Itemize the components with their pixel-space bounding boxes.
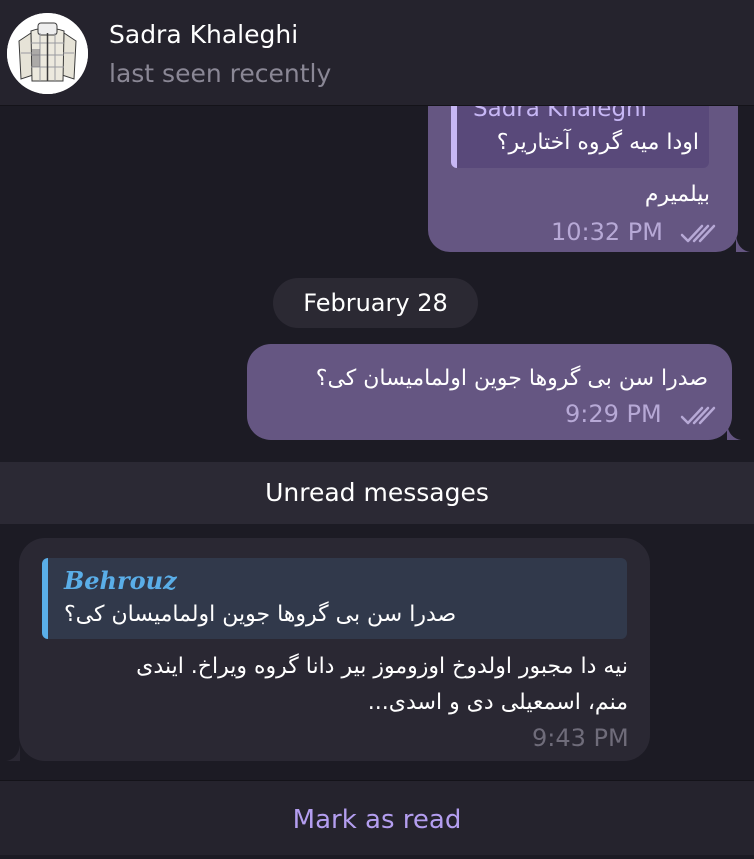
reply-text: اودا میه گروه آختاریر؟ bbox=[496, 130, 699, 155]
message-bubble-incoming[interactable]: Behrouz صدرا سن بی گروها جوین اولمامیسان… bbox=[19, 538, 650, 761]
message-time: 10:32 PM bbox=[551, 218, 663, 246]
message-text: بیلمیرم bbox=[644, 182, 710, 207]
message-text: صدرا سن بی گروها جوین اولمامیسان کی؟ bbox=[315, 366, 708, 391]
jacket-icon bbox=[7, 13, 88, 94]
chat-header: Sadra Khaleghi last seen recently bbox=[0, 0, 754, 106]
double-check-icon bbox=[680, 406, 716, 425]
bubble-tail bbox=[6, 745, 20, 761]
bubble-tail bbox=[736, 236, 750, 252]
mark-as-read-button[interactable]: Mark as read bbox=[0, 781, 754, 856]
message-time: 9:29 PM bbox=[565, 400, 662, 428]
unread-messages-divider: Unread messages bbox=[0, 462, 754, 524]
reply-quote[interactable]: Sadra Khaleghi اودا میه گروه آختاریر؟ bbox=[451, 106, 709, 168]
message-list[interactable]: Sadra Khaleghi اودا میه گروه آختاریر؟ بی… bbox=[0, 106, 754, 780]
avatar[interactable] bbox=[7, 13, 88, 94]
chat-footer: Mark as read bbox=[0, 780, 754, 855]
message-text-line-2: منم، اسمعیلی دی و اسدی... bbox=[367, 690, 628, 715]
message-bubble-outgoing[interactable]: صدرا سن بی گروها جوین اولمامیسان کی؟ 9:2… bbox=[247, 344, 741, 440]
reply-text: صدرا سن بی گروها جوین اولمامیسان کی؟ bbox=[64, 602, 457, 627]
reply-author: Sadra Khaleghi bbox=[473, 106, 648, 122]
contact-status: last seen recently bbox=[109, 59, 332, 88]
date-separator: February 28 bbox=[273, 278, 478, 328]
message-text-line-1: نیه دا مجبور اولدوخ اوزوموز بیر دانا گرو… bbox=[136, 654, 628, 679]
reply-quote[interactable]: Behrouz صدرا سن بی گروها جوین اولمامیسان… bbox=[42, 558, 627, 639]
bubble-tail bbox=[727, 424, 741, 440]
reply-author: Behrouz bbox=[64, 566, 177, 595]
double-check-icon bbox=[680, 224, 716, 243]
contact-name[interactable]: Sadra Khaleghi bbox=[109, 20, 298, 49]
message-bubble-outgoing[interactable]: Sadra Khaleghi اودا میه گروه آختاریر؟ بی… bbox=[428, 106, 750, 252]
message-time: 9:43 PM bbox=[532, 724, 629, 752]
